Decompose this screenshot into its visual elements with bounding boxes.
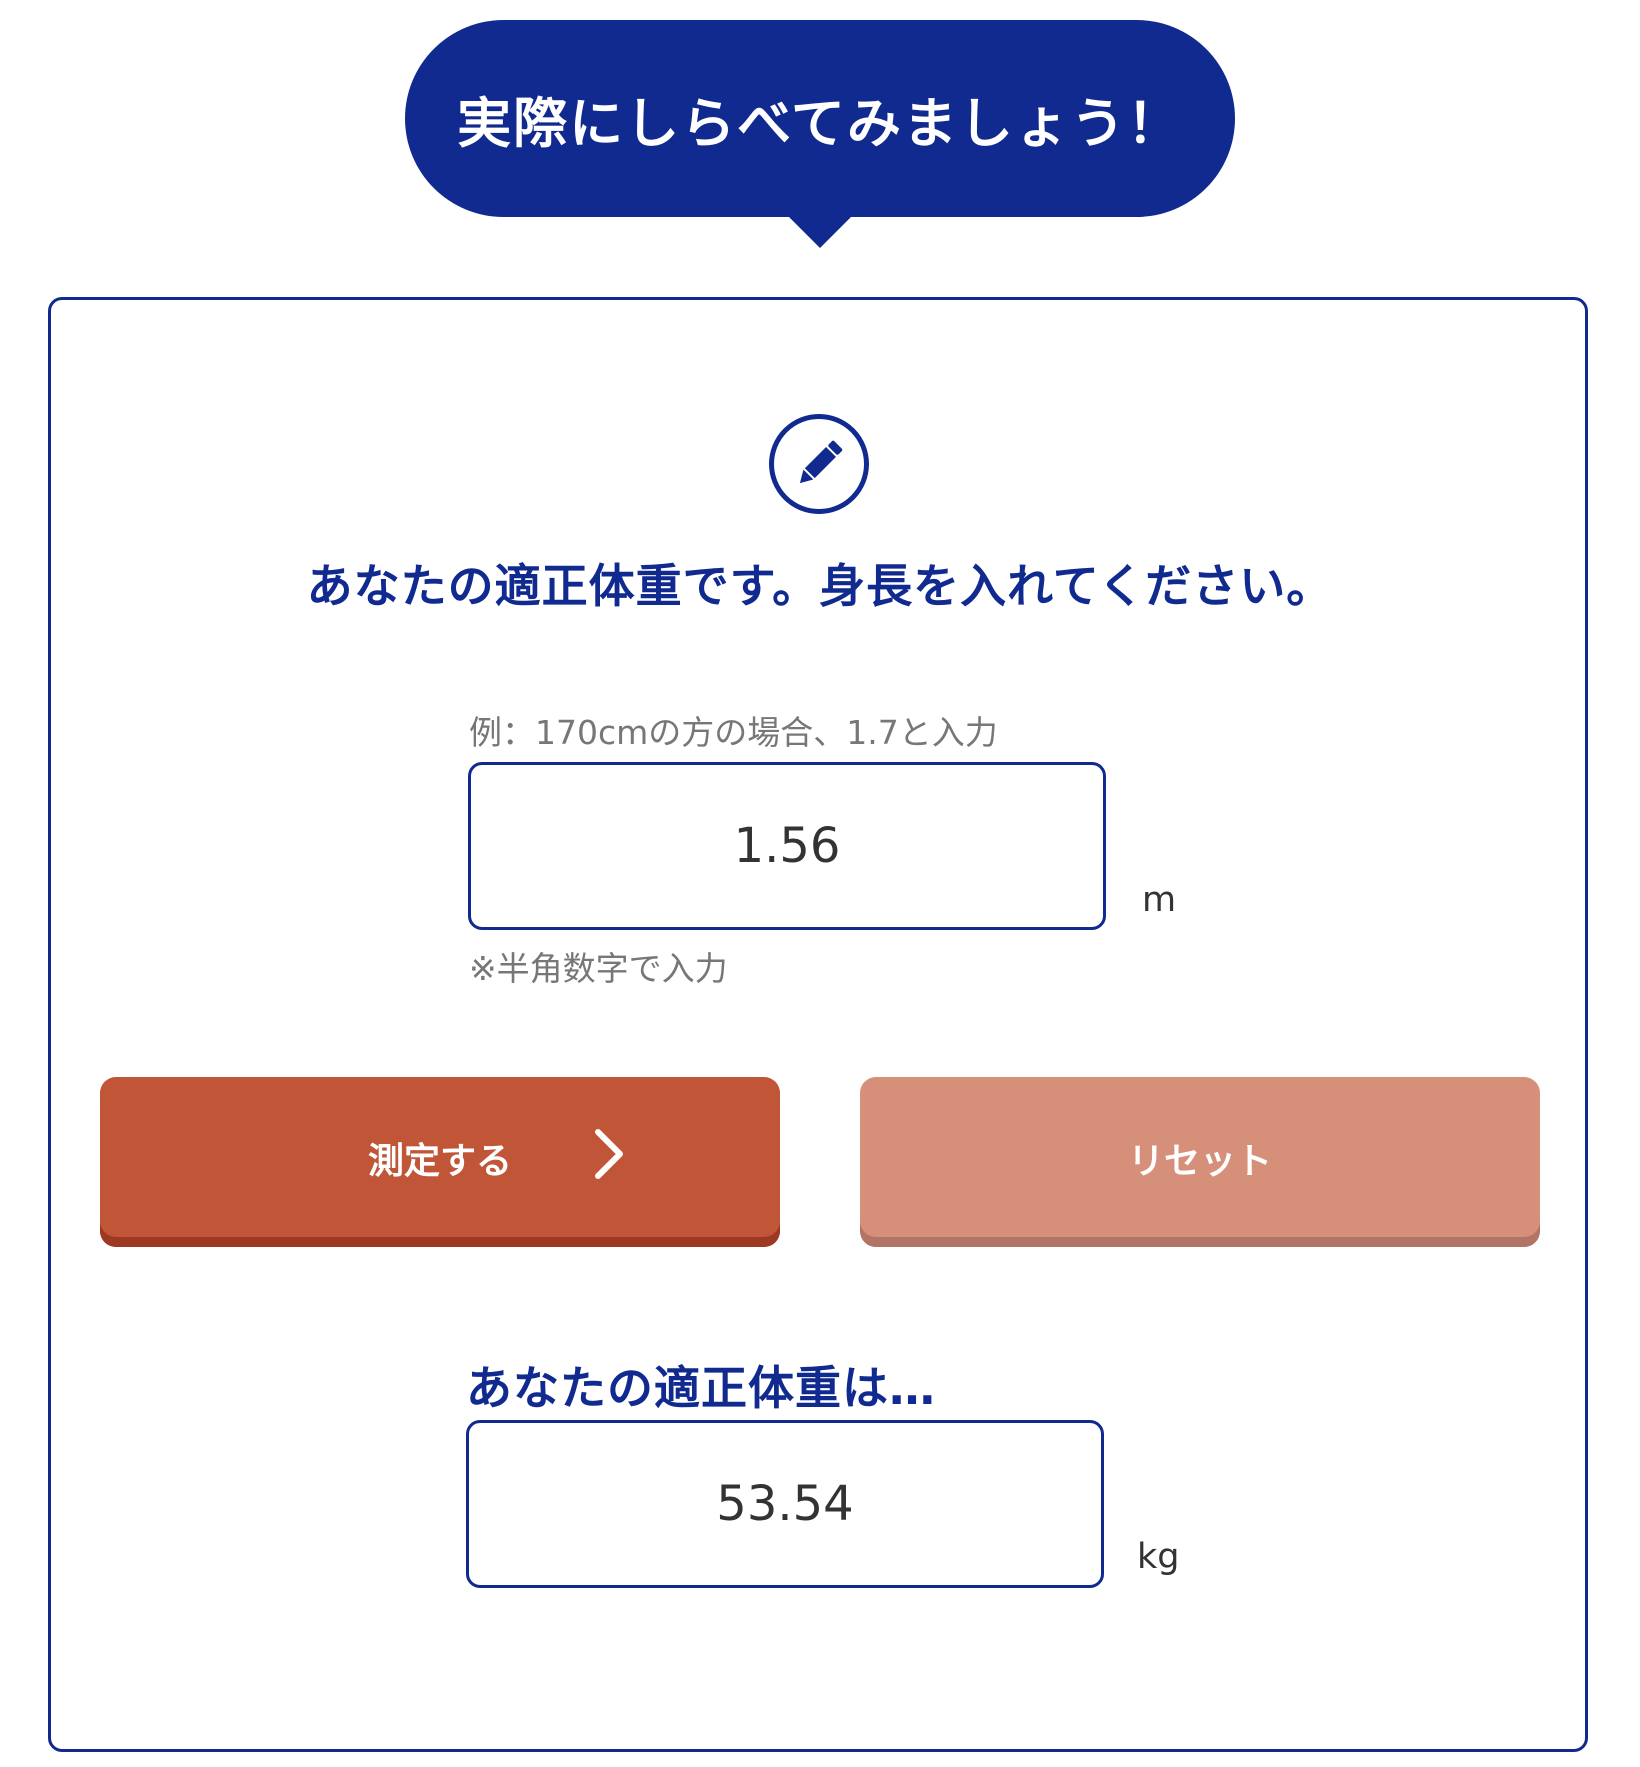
title-speech-bubble: 実際にしらべてみましょう！ — [405, 20, 1235, 248]
pencil-icon — [769, 414, 869, 514]
result-heading: あなたの適正体重は… — [466, 1361, 936, 1415]
example-hint: 例：170cmの方の場合、1.7と入力 — [469, 713, 998, 752]
measure-button-label: 測定する — [367, 1141, 512, 1182]
measure-button[interactable]: 測定する — [100, 1077, 780, 1247]
weight-unit-label: kg — [1137, 1537, 1180, 1577]
height-unit-label: m — [1142, 880, 1177, 920]
page-title: 実際にしらべてみましょう！ — [457, 92, 1183, 155]
weight-result-field: 53.54 — [466, 1420, 1104, 1588]
form-heading: あなたの適正体重です。身長を入れてください。 — [306, 559, 1334, 613]
chevron-right-icon — [595, 1129, 623, 1179]
reset-button-label: リセット — [1127, 1141, 1272, 1182]
halfwidth-note: ※半角数字で入力 — [469, 949, 728, 988]
height-input[interactable]: 1.56 — [468, 762, 1106, 930]
reset-button[interactable]: リセット — [860, 1077, 1540, 1247]
